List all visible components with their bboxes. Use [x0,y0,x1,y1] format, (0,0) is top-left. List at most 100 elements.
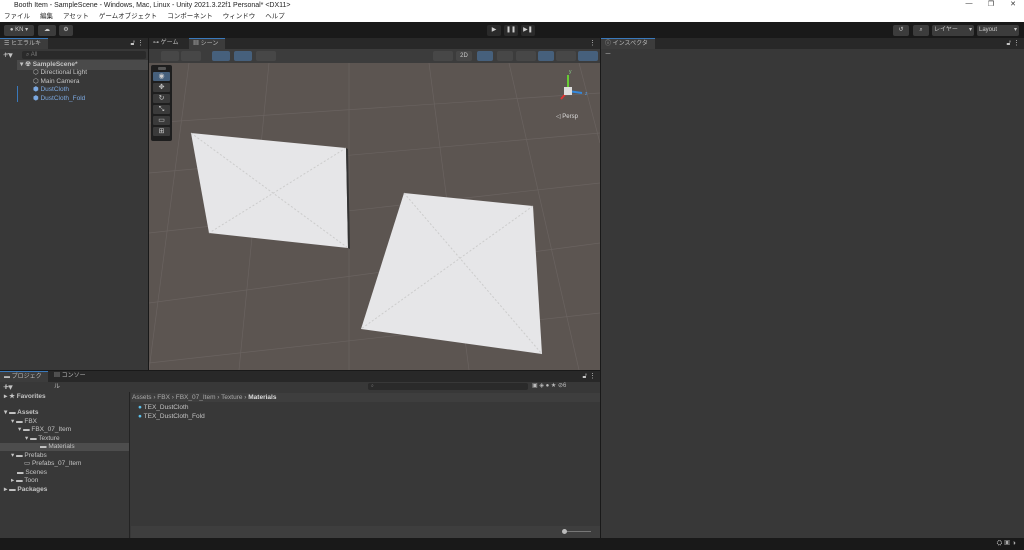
assets-item[interactable]: ▾ ▬ Assets [4,409,38,417]
project-search[interactable]: ⌕ [368,383,528,390]
slider-thumb[interactable] [562,529,567,534]
search-icon[interactable]: ⌕ [913,25,929,36]
breadcrumb-item[interactable]: Texture [221,394,242,401]
persp-label[interactable]: ◁ Persp [556,113,578,120]
scene-item[interactable]: ▾ ☢ SampleScene* [20,61,78,69]
history-icon[interactable]: ↺ [893,25,909,36]
tab-label: シーン [200,41,219,47]
drag-handle[interactable] [157,67,166,70]
folder-item[interactable]: ▾ ▬ Texture [25,435,60,443]
scale-tool-icon[interactable]: ⤡ [153,105,170,114]
transform-tool-icon[interactable]: ⊞ [153,127,170,136]
close-button[interactable]: ✕ [1002,0,1024,11]
file-label: TEX_DustCloth_Fold [143,412,205,420]
list-item[interactable]: ⬡ Main Camera [33,78,80,86]
rotate-tool-icon[interactable]: ↻ [153,94,170,103]
tab-inspector[interactable]: ⓘ インスペクター [601,38,655,58]
item-label: Directional Light [40,69,88,76]
scene-viewport[interactable]: y z ◁ Persp ◉ ✥ ↻ ⤡ ▭ ⊞ [149,63,600,370]
scene-panel: ⊶ ゲーム ▦ シーン ⋮ 2D y z ◁ Persp ◉ ✥ ↻ ⤡ ▭ ⊞ [149,38,600,370]
account-label: KN [15,27,24,33]
tab-project[interactable]: ▬ プロジェクト [0,371,48,391]
cloud-icon[interactable]: ☁ [38,25,56,36]
dustcloth-fold-mesh[interactable] [361,193,542,354]
search-filters[interactable]: ▣ ◈ ● ★ ⊘6 [532,382,566,389]
status-icons[interactable]: ⛭ ▣ ◑ [997,540,1016,548]
menu-edit[interactable]: 編集 [40,11,53,22]
folder-item[interactable]: ▾ ▬ FBX_07_Item [18,426,71,434]
lock-icon[interactable]: 🔓︎ ⋮ [583,372,596,381]
folder-item[interactable]: ▬ Scenes [17,469,47,477]
menu-window[interactable]: ウィンドウ [223,11,256,22]
move-tool-icon[interactable]: ✥ [153,83,170,92]
tab-scene[interactable]: ▦ シーン [189,38,225,49]
list-item[interactable]: ⬢ DustCloth_Fold [33,95,85,103]
folder-item[interactable]: ▬ Materials [40,443,75,451]
view-tool-icon[interactable]: ◉ [153,72,170,81]
menu-help[interactable]: ヘルプ [265,11,285,22]
orientation-gizmo[interactable] [560,75,583,100]
pause-button[interactable]: ❚❚ [504,25,518,36]
render-mode-button[interactable] [181,51,201,61]
2d-toggle[interactable]: 2D [456,51,472,61]
icon-size-slider[interactable] [563,531,591,532]
menu-gameobject[interactable]: ゲームオブジェクト [99,11,157,22]
menu-assets[interactable]: アセット [63,11,89,22]
increment-button[interactable] [256,51,276,61]
grid-button[interactable] [212,51,230,61]
step-button[interactable]: ▶❚ [521,25,535,36]
snap-button[interactable] [234,51,252,61]
play-button[interactable]: ▶ [487,25,501,36]
account-button[interactable]: ● KN ▾ [4,25,34,36]
lock-icon[interactable]: 🔓︎ ⋮ [131,39,144,48]
tab-console[interactable]: ▤ コンソール [50,371,94,390]
folder-item[interactable]: ▾ ▬ Prefabs [11,452,47,460]
favorites-item[interactable]: ▸ ★ Favorites [4,393,46,401]
layers-dropdown[interactable]: レイヤー ▾ [932,25,974,36]
breadcrumb-item[interactable]: Assets [132,394,152,401]
tab-game[interactable]: ⊶ ゲーム [149,38,189,49]
add-button[interactable]: +▾ [3,50,13,61]
file-item[interactable]: ● TEX_DustCloth_Fold [138,413,205,421]
folder-item[interactable]: ▸ ▬ Toon [11,477,38,485]
item-label: DustCloth_Fold [40,94,86,102]
tab-label: ゲーム [160,40,179,46]
visibility-toggle[interactable] [538,51,554,61]
hierarchy-search[interactable]: ⌕ All [22,51,146,59]
layout-dropdown[interactable]: Layout ▾ [977,25,1019,36]
effects-button[interactable] [516,51,536,61]
camera-button[interactable] [556,51,576,61]
list-item[interactable]: ⬡ Directional Light [33,69,87,77]
tools-overlay: ◉ ✥ ↻ ⤡ ▭ ⊞ [151,65,172,141]
draw-mode-button[interactable] [161,51,179,61]
lock-icon[interactable]: 🔓︎ ⋮ [1007,39,1020,48]
packages-item[interactable]: ▸ ▬ Packages [4,486,47,494]
breadcrumb-item[interactable]: FBX [157,394,170,401]
menu-file[interactable]: ファイル [4,11,30,22]
hierarchy-tabbar: ☰ ヒエラルキー 🔓︎ ⋮ [0,38,148,58]
rect-tool-icon[interactable]: ▭ [153,116,170,125]
status-bar: ⛭ ▣ ◑ [0,538,1024,550]
breadcrumb-item[interactable]: FBX_07_Item [176,394,216,401]
lighting-toggle[interactable] [477,51,493,61]
breadcrumb-item[interactable]: Materials [248,394,276,401]
minimize-button[interactable]: — [958,0,980,11]
file-item[interactable]: ● TEX_DustCloth [138,404,188,412]
tab-hierarchy[interactable]: ☰ ヒエラルキー [0,38,48,58]
list-item[interactable]: ⬢ DustCloth [33,86,69,94]
more-icon[interactable]: ⋮ [589,39,596,47]
folder-item[interactable]: ▭ Prefabs_07_Item [24,460,81,468]
settings-icon[interactable]: ⚙ [59,25,73,36]
folder-item[interactable]: ▾ ▬ FBX [11,418,37,426]
breadcrumb: Assets › FBX › FBX_07_Item › Texture › M… [131,393,600,402]
title-bar: Booth Item - SampleScene - Windows, Mac,… [0,0,1024,11]
search-placeholder: All [30,52,38,58]
audio-toggle[interactable] [497,51,513,61]
gizmos-button[interactable] [578,51,598,61]
folder-label: Prefabs [24,451,47,459]
scene-label: SampleScene* [32,60,78,68]
shading-button[interactable] [433,51,453,61]
chevron-down-icon: ▾ [1013,27,1017,33]
maximize-button[interactable]: ❐ [980,0,1002,11]
menu-component[interactable]: コンポーネント [167,11,213,22]
